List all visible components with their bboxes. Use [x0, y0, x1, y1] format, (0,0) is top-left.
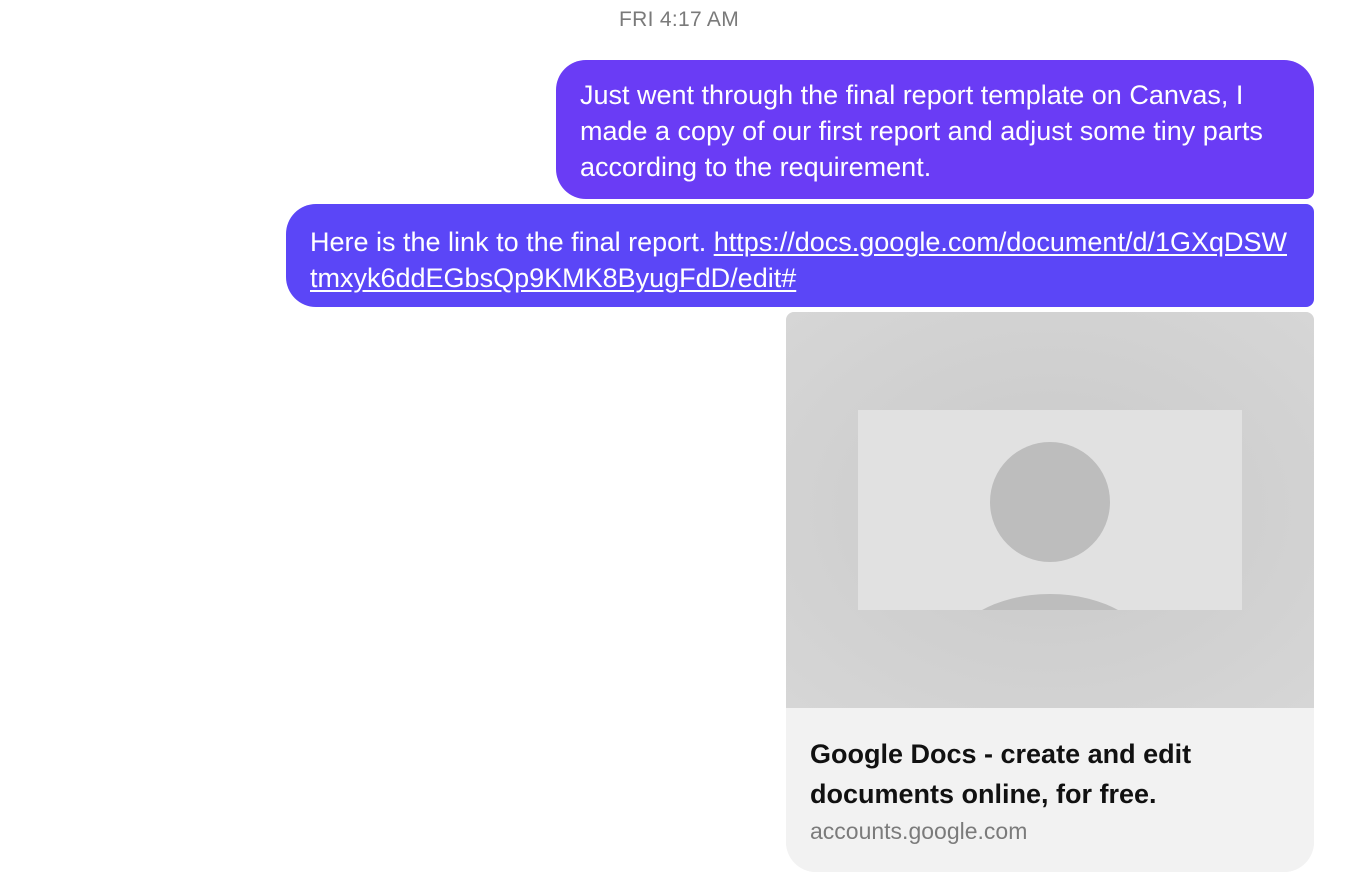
message-bubble-report-link[interactable]: Here is the link to the final report. ht… [286, 204, 1314, 307]
message-timestamp: FRI 4:17 AM [618, 8, 739, 31]
avatar-head-shape [990, 442, 1110, 562]
link-preview-title: Google Docs - create and edit documents … [810, 739, 1192, 809]
link-preview-details: Google Docs - create and edit documents … [786, 708, 1314, 872]
message-text: Just went through the final report templ… [580, 80, 1263, 182]
link-preview-image [786, 312, 1314, 708]
avatar-body-shape [950, 594, 1150, 610]
message-bubble-template-update[interactable]: Just went through the final report templ… [556, 60, 1314, 199]
link-preview-card[interactable]: Google Docs - create and edit documents … [786, 312, 1314, 872]
link-preview-domain: accounts.google.com [810, 818, 1028, 844]
avatar-placeholder-icon [858, 410, 1242, 610]
message-text-prefix: Here is the link to the final report. [310, 227, 714, 257]
